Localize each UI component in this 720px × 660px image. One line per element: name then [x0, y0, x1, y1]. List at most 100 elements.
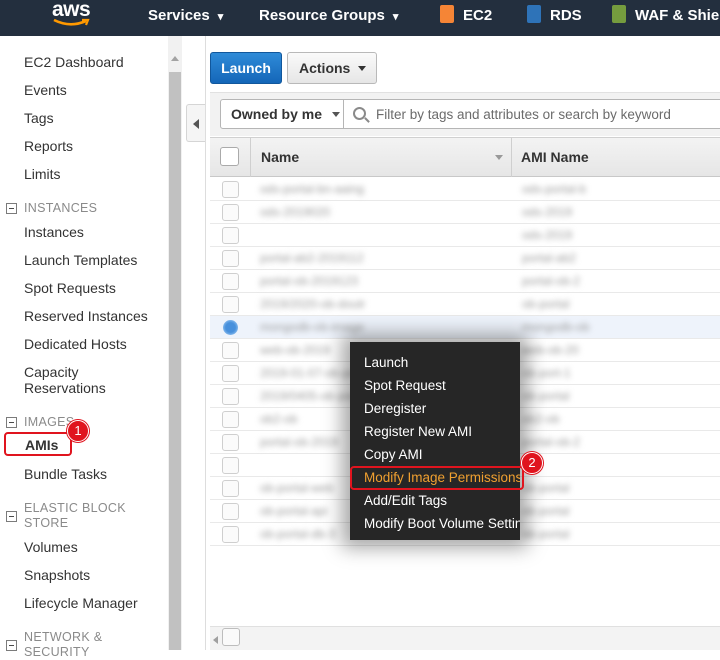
column-separator	[250, 137, 251, 177]
step-badge-1: 1	[67, 420, 89, 442]
sidebar-item-launch-templates[interactable]: Launch Templates	[24, 252, 137, 268]
sidebar-item-dedicated-hosts[interactable]: Dedicated Hosts	[24, 336, 127, 352]
shortcut-label: EC2	[463, 7, 493, 24]
row-checkbox[interactable]	[222, 411, 239, 428]
sidebar-section-ebs-line2: STORE	[24, 516, 69, 530]
cell-ami-name: ob-portal	[522, 527, 570, 541]
sidebar-section-ebs: ELASTIC BLOCK	[24, 501, 126, 515]
owner-filter-select[interactable]: Owned by me	[220, 99, 344, 129]
column-separator	[511, 137, 512, 177]
row-selected-radio[interactable]	[223, 320, 238, 335]
table-row[interactable]: portal-ab2-2019112 portal-ab2	[210, 247, 720, 270]
table-row[interactable]: mongodb-ob-image mongodb-ob	[210, 316, 720, 339]
ec2-icon	[440, 5, 454, 23]
table-row[interactable]: portal-ob-2019123 portal-ob-2	[210, 270, 720, 293]
sidebar-item-tags[interactable]: Tags	[24, 110, 54, 126]
chevron-down-icon: ▾	[392, 11, 399, 23]
search-box[interactable]	[343, 99, 720, 129]
cell-name: 2019-01-07-ob-port	[260, 366, 364, 380]
sidebar-item-capacity-reservations[interactable]: Capacity	[24, 364, 78, 380]
sidebar-item-events[interactable]: Events	[24, 82, 67, 98]
cell-name: mongodb-ob-image	[260, 320, 365, 334]
menu-item-copy-ami[interactable]: Copy AMI	[364, 447, 423, 463]
collapse-sidebar-button[interactable]	[186, 104, 205, 142]
scroll-up-icon[interactable]	[171, 56, 179, 61]
table-row[interactable]: ods-2019	[210, 224, 720, 247]
column-header-ami-name[interactable]: AMI Name	[521, 149, 589, 165]
sidebar-section-network-line2: SECURITY	[24, 645, 90, 659]
cell-name: ods-2019020	[260, 205, 331, 219]
row-checkbox[interactable]	[222, 250, 239, 267]
horizontal-scrollbar-thumb[interactable]	[222, 628, 240, 646]
cell-ami-name: ob-portal	[522, 389, 570, 403]
cell-name: ods-portal-bn-aaing	[260, 182, 365, 196]
horizontal-scrollbar[interactable]	[210, 626, 720, 650]
row-checkbox[interactable]	[222, 296, 239, 313]
launch-button[interactable]: Launch	[210, 52, 282, 84]
sidebar-item-snapshots[interactable]: Snapshots	[24, 567, 90, 583]
rds-icon	[527, 5, 541, 23]
context-menu-items: Launch Spot Request Deregister Register …	[350, 342, 520, 540]
menu-item-deregister[interactable]: Deregister	[364, 401, 426, 417]
sidebar-item-capacity-reservations-line2[interactable]: Reservations	[24, 380, 106, 396]
cell-ami-name: ods-portal-b	[522, 182, 587, 196]
services-label: Services	[148, 7, 210, 24]
resource-groups-menu[interactable]: Resource Groups ▾	[259, 0, 398, 34]
sidebar-item-reports[interactable]: Reports	[24, 138, 73, 154]
collapse-minus-icon[interactable]	[6, 417, 17, 428]
menu-item-register-new-ami[interactable]: Register New AMI	[364, 424, 472, 440]
table-row[interactable]: 2019/2020-ob-doutr ob-portal	[210, 293, 720, 316]
table-row[interactable]: ods-portal-bn-aaing ods-portal-b	[210, 178, 720, 201]
sidebar-item-bundle-tasks[interactable]: Bundle Tasks	[24, 466, 107, 482]
row-checkbox[interactable]	[222, 342, 239, 359]
select-all-checkbox[interactable]	[220, 147, 239, 166]
actions-button[interactable]: Actions	[287, 52, 377, 84]
row-checkbox[interactable]	[222, 526, 239, 543]
sidebar-section-instances: INSTANCES	[24, 201, 98, 215]
aws-logo[interactable]: aws	[52, 0, 96, 28]
row-checkbox[interactable]	[222, 388, 239, 405]
shortcut-rds[interactable]: RDS	[527, 0, 582, 34]
sidebar-item-spot-requests[interactable]: Spot Requests	[24, 280, 116, 296]
sidebar-item-ec2-dashboard[interactable]: EC2 Dashboard	[24, 54, 124, 70]
chevron-down-icon	[332, 112, 341, 117]
row-checkbox[interactable]	[222, 503, 239, 520]
shortcut-waf[interactable]: WAF & Shie	[612, 0, 719, 34]
menu-item-modify-boot-volume-setting[interactable]: Modify Boot Volume Setting	[364, 516, 520, 532]
row-checkbox[interactable]	[222, 434, 239, 451]
collapse-minus-icon[interactable]	[6, 203, 17, 214]
sidebar-item-limits[interactable]: Limits	[24, 166, 61, 182]
cell-ami-name: ob-port-1	[522, 366, 571, 380]
row-checkbox[interactable]	[222, 181, 239, 198]
row-checkbox[interactable]	[222, 273, 239, 290]
column-header-name[interactable]: Name	[261, 149, 299, 165]
menu-item-add-edit-tags[interactable]: Add/Edit Tags	[364, 493, 447, 509]
row-checkbox[interactable]	[222, 480, 239, 497]
row-checkbox[interactable]	[222, 457, 239, 474]
row-checkbox[interactable]	[222, 227, 239, 244]
collapse-minus-icon[interactable]	[6, 640, 17, 651]
shortcut-ec2[interactable]: EC2	[440, 0, 492, 34]
table-row[interactable]: ods-2019020 ods-2019	[210, 201, 720, 224]
shortcut-label: RDS	[550, 7, 582, 24]
waf-icon	[612, 5, 626, 23]
cell-name: ob-portal-api	[260, 504, 328, 518]
services-menu[interactable]: Services ▾	[148, 0, 223, 34]
row-checkbox[interactable]	[222, 204, 239, 221]
sidebar-item-reserved-instances[interactable]: Reserved Instances	[24, 308, 148, 324]
cell-name: ob-portal-web	[260, 481, 334, 495]
sidebar-scrollbar-thumb[interactable]	[169, 72, 181, 650]
sidebar-item-instances[interactable]: Instances	[24, 224, 84, 240]
cell-ami-name: portal-ob-2	[522, 435, 581, 449]
row-checkbox[interactable]	[222, 365, 239, 382]
menu-item-spot-request[interactable]: Spot Request	[364, 378, 446, 394]
menu-item-launch[interactable]: Launch	[364, 355, 408, 371]
sort-caret-icon[interactable]	[495, 155, 503, 160]
cell-ami-name: ob-portal	[522, 297, 570, 311]
sidebar-item-lifecycle-manager[interactable]: Lifecycle Manager	[24, 595, 138, 611]
scroll-left-icon[interactable]	[213, 636, 218, 644]
sidebar-item-volumes[interactable]: Volumes	[24, 539, 78, 555]
cell-ami-name: ob-portal	[522, 481, 570, 495]
search-input[interactable]	[376, 104, 706, 124]
collapse-minus-icon[interactable]	[6, 511, 17, 522]
